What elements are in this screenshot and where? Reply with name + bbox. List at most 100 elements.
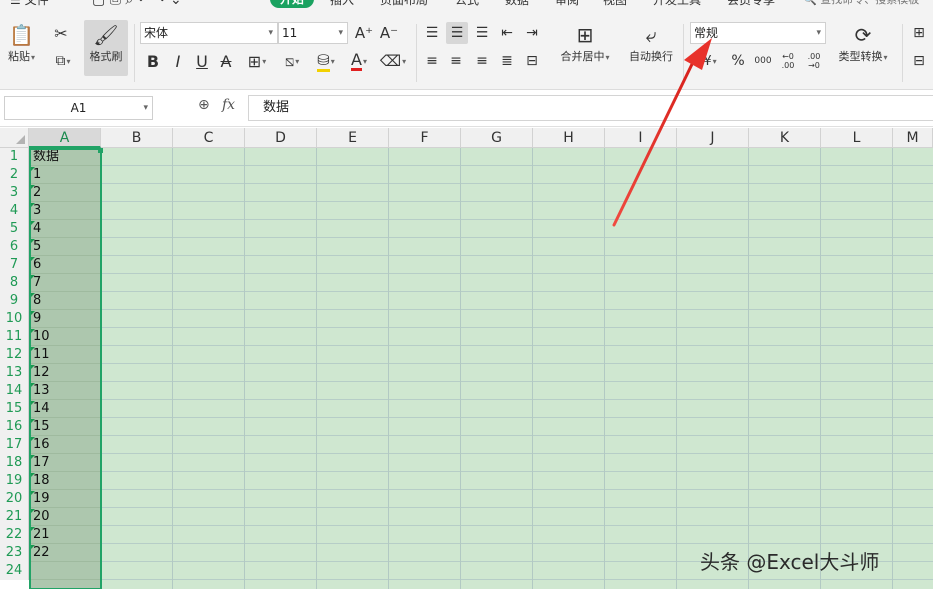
font-size-select[interactable]: 11 ▾ <box>278 22 348 44</box>
strikethrough-icon[interactable]: A <box>216 50 236 72</box>
increase-font-icon[interactable]: A⁺ <box>354 22 374 44</box>
row-header-17[interactable]: 17 <box>0 436 29 454</box>
justify-icon[interactable]: ≣ <box>497 50 517 72</box>
currency-icon[interactable]: ¥ ▾ <box>698 50 722 72</box>
column-header-l[interactable]: L <box>821 128 893 148</box>
row-header-23[interactable]: 23 <box>0 544 29 562</box>
column-header-b[interactable]: B <box>101 128 173 148</box>
tab-developer[interactable]: 开发工具 <box>653 0 701 8</box>
decrease-indent-icon[interactable]: ⇤ <box>497 22 517 44</box>
row-header-19[interactable]: 19 <box>0 472 29 490</box>
font-name-select[interactable]: 宋体 ▾ <box>140 22 278 44</box>
row-header-5[interactable]: 5 <box>0 220 29 238</box>
column-header-a[interactable]: A <box>29 128 101 148</box>
save-icon[interactable]: ▢ <box>92 0 105 8</box>
tab-home[interactable]: 开始 <box>270 0 314 8</box>
font-color-icon[interactable]: A ▾ <box>344 50 374 72</box>
select-all-corner[interactable] <box>0 128 29 148</box>
tab-page-layout[interactable]: 页面布局 <box>380 0 428 8</box>
cell-format-icon[interactable]: ⊟ <box>908 50 930 72</box>
increase-indent-icon[interactable]: ⇥ <box>522 22 542 44</box>
column-header-h[interactable]: H <box>533 128 605 148</box>
fx-icon[interactable]: fx <box>222 97 235 113</box>
fill-color-icon[interactable]: ⛁ ▾ <box>310 50 342 72</box>
column-header-d[interactable]: D <box>245 128 317 148</box>
menu-file[interactable]: ☰ 文件 <box>10 0 49 8</box>
tab-insert[interactable]: 插入 <box>330 0 354 8</box>
row-header-3[interactable]: 3 <box>0 184 29 202</box>
format-painter-button[interactable]: 🖌 格式刷 <box>84 20 128 76</box>
column-header-m[interactable]: M <box>893 128 933 148</box>
row-header-9[interactable]: 9 <box>0 292 29 310</box>
more-icon[interactable]: ⌄ <box>170 0 182 8</box>
cells-area[interactable] <box>29 148 933 589</box>
thousands-button[interactable]: 000 <box>752 50 774 72</box>
cell-style-icon[interactable]: ⧅ ▾ <box>276 50 308 72</box>
copy-icon[interactable]: ⧉ ▾ <box>50 50 76 72</box>
row-header-14[interactable]: 14 <box>0 382 29 400</box>
preview-icon[interactable]: ⌕ <box>125 0 133 8</box>
distributed-icon[interactable]: ⊟ <box>522 50 542 72</box>
name-box[interactable]: A1 ▾ <box>4 96 153 120</box>
align-middle-icon[interactable]: ☰ <box>446 22 468 44</box>
row-header-6[interactable]: 6 <box>0 238 29 256</box>
tab-member[interactable]: 会员专享 <box>727 0 775 8</box>
zoom-icon[interactable]: ⊕ <box>198 97 210 113</box>
row-header-11[interactable]: 11 <box>0 328 29 346</box>
borders-icon[interactable]: ⊞ ▾ <box>241 50 273 72</box>
row-header-1[interactable]: 1 <box>0 148 29 166</box>
redo-icon[interactable]: ↷ <box>154 0 166 8</box>
row-header-18[interactable]: 18 <box>0 454 29 472</box>
row-header-4[interactable]: 4 <box>0 202 29 220</box>
row-header-12[interactable]: 12 <box>0 346 29 364</box>
column-header-g[interactable]: G <box>461 128 533 148</box>
underline-icon[interactable]: U <box>192 50 212 72</box>
italic-icon[interactable]: I <box>168 50 188 72</box>
row-header-15[interactable]: 15 <box>0 400 29 418</box>
row-header-24[interactable]: 24 <box>0 562 29 580</box>
row-header-7[interactable]: 7 <box>0 256 29 274</box>
align-center-icon[interactable]: ≡ <box>446 50 466 72</box>
row-header-22[interactable]: 22 <box>0 526 29 544</box>
row-header-13[interactable]: 13 <box>0 364 29 382</box>
tab-data[interactable]: 数据 <box>505 0 529 8</box>
column-header-e[interactable]: E <box>317 128 389 148</box>
format-painter-label: 格式刷 <box>89 50 123 63</box>
merge-center-button[interactable]: ⊞ 合并居中▾ <box>555 22 615 64</box>
align-right-icon[interactable]: ≡ <box>472 50 492 72</box>
column-header-j[interactable]: J <box>677 128 749 148</box>
row-header-2[interactable]: 2 <box>0 166 29 184</box>
type-convert-button[interactable]: ⟳ 类型转换▾ <box>832 22 894 64</box>
bold-icon[interactable]: B <box>143 50 163 72</box>
undo-icon[interactable]: ↶ <box>138 0 150 8</box>
fill-handle[interactable] <box>98 148 103 153</box>
decrease-font-icon[interactable]: A⁻ <box>379 22 399 44</box>
command-search[interactable]: 🔍 查找命令、搜索模板 <box>803 0 919 8</box>
paste-button[interactable]: 📋 粘贴▾ <box>8 22 35 64</box>
align-left-icon[interactable]: ≡ <box>422 50 442 72</box>
percent-button[interactable]: % <box>728 50 748 72</box>
align-bottom-icon[interactable]: ☰ <box>472 22 492 44</box>
column-header-k[interactable]: K <box>749 128 821 148</box>
tab-view[interactable]: 视图 <box>603 0 627 8</box>
wrap-text-button[interactable]: ⤶ 自动换行 <box>625 22 677 64</box>
row-header-8[interactable]: 8 <box>0 274 29 292</box>
row-header-10[interactable]: 10 <box>0 310 29 328</box>
decrease-decimal-button[interactable]: .00 →0 <box>802 48 826 74</box>
increase-decimal-button[interactable]: ←0 .00 <box>776 48 800 74</box>
column-header-i[interactable]: I <box>605 128 677 148</box>
cut-icon[interactable]: ✂ <box>50 22 72 44</box>
formula-input[interactable]: 数据 <box>248 95 933 121</box>
column-header-c[interactable]: C <box>173 128 245 148</box>
print-icon[interactable]: ⎙ <box>110 0 121 8</box>
align-top-icon[interactable]: ☰ <box>422 22 442 44</box>
tab-formulas[interactable]: 公式 <box>455 0 479 8</box>
column-header-f[interactable]: F <box>389 128 461 148</box>
number-format-select[interactable]: 常规 ▾ <box>690 22 826 44</box>
table-style-icon[interactable]: ⊞ <box>908 22 930 44</box>
row-header-20[interactable]: 20 <box>0 490 29 508</box>
row-header-16[interactable]: 16 <box>0 418 29 436</box>
row-header-21[interactable]: 21 <box>0 508 29 526</box>
clear-format-icon[interactable]: ⌫ ▾ <box>378 50 408 72</box>
tab-review[interactable]: 审阅 <box>555 0 579 8</box>
